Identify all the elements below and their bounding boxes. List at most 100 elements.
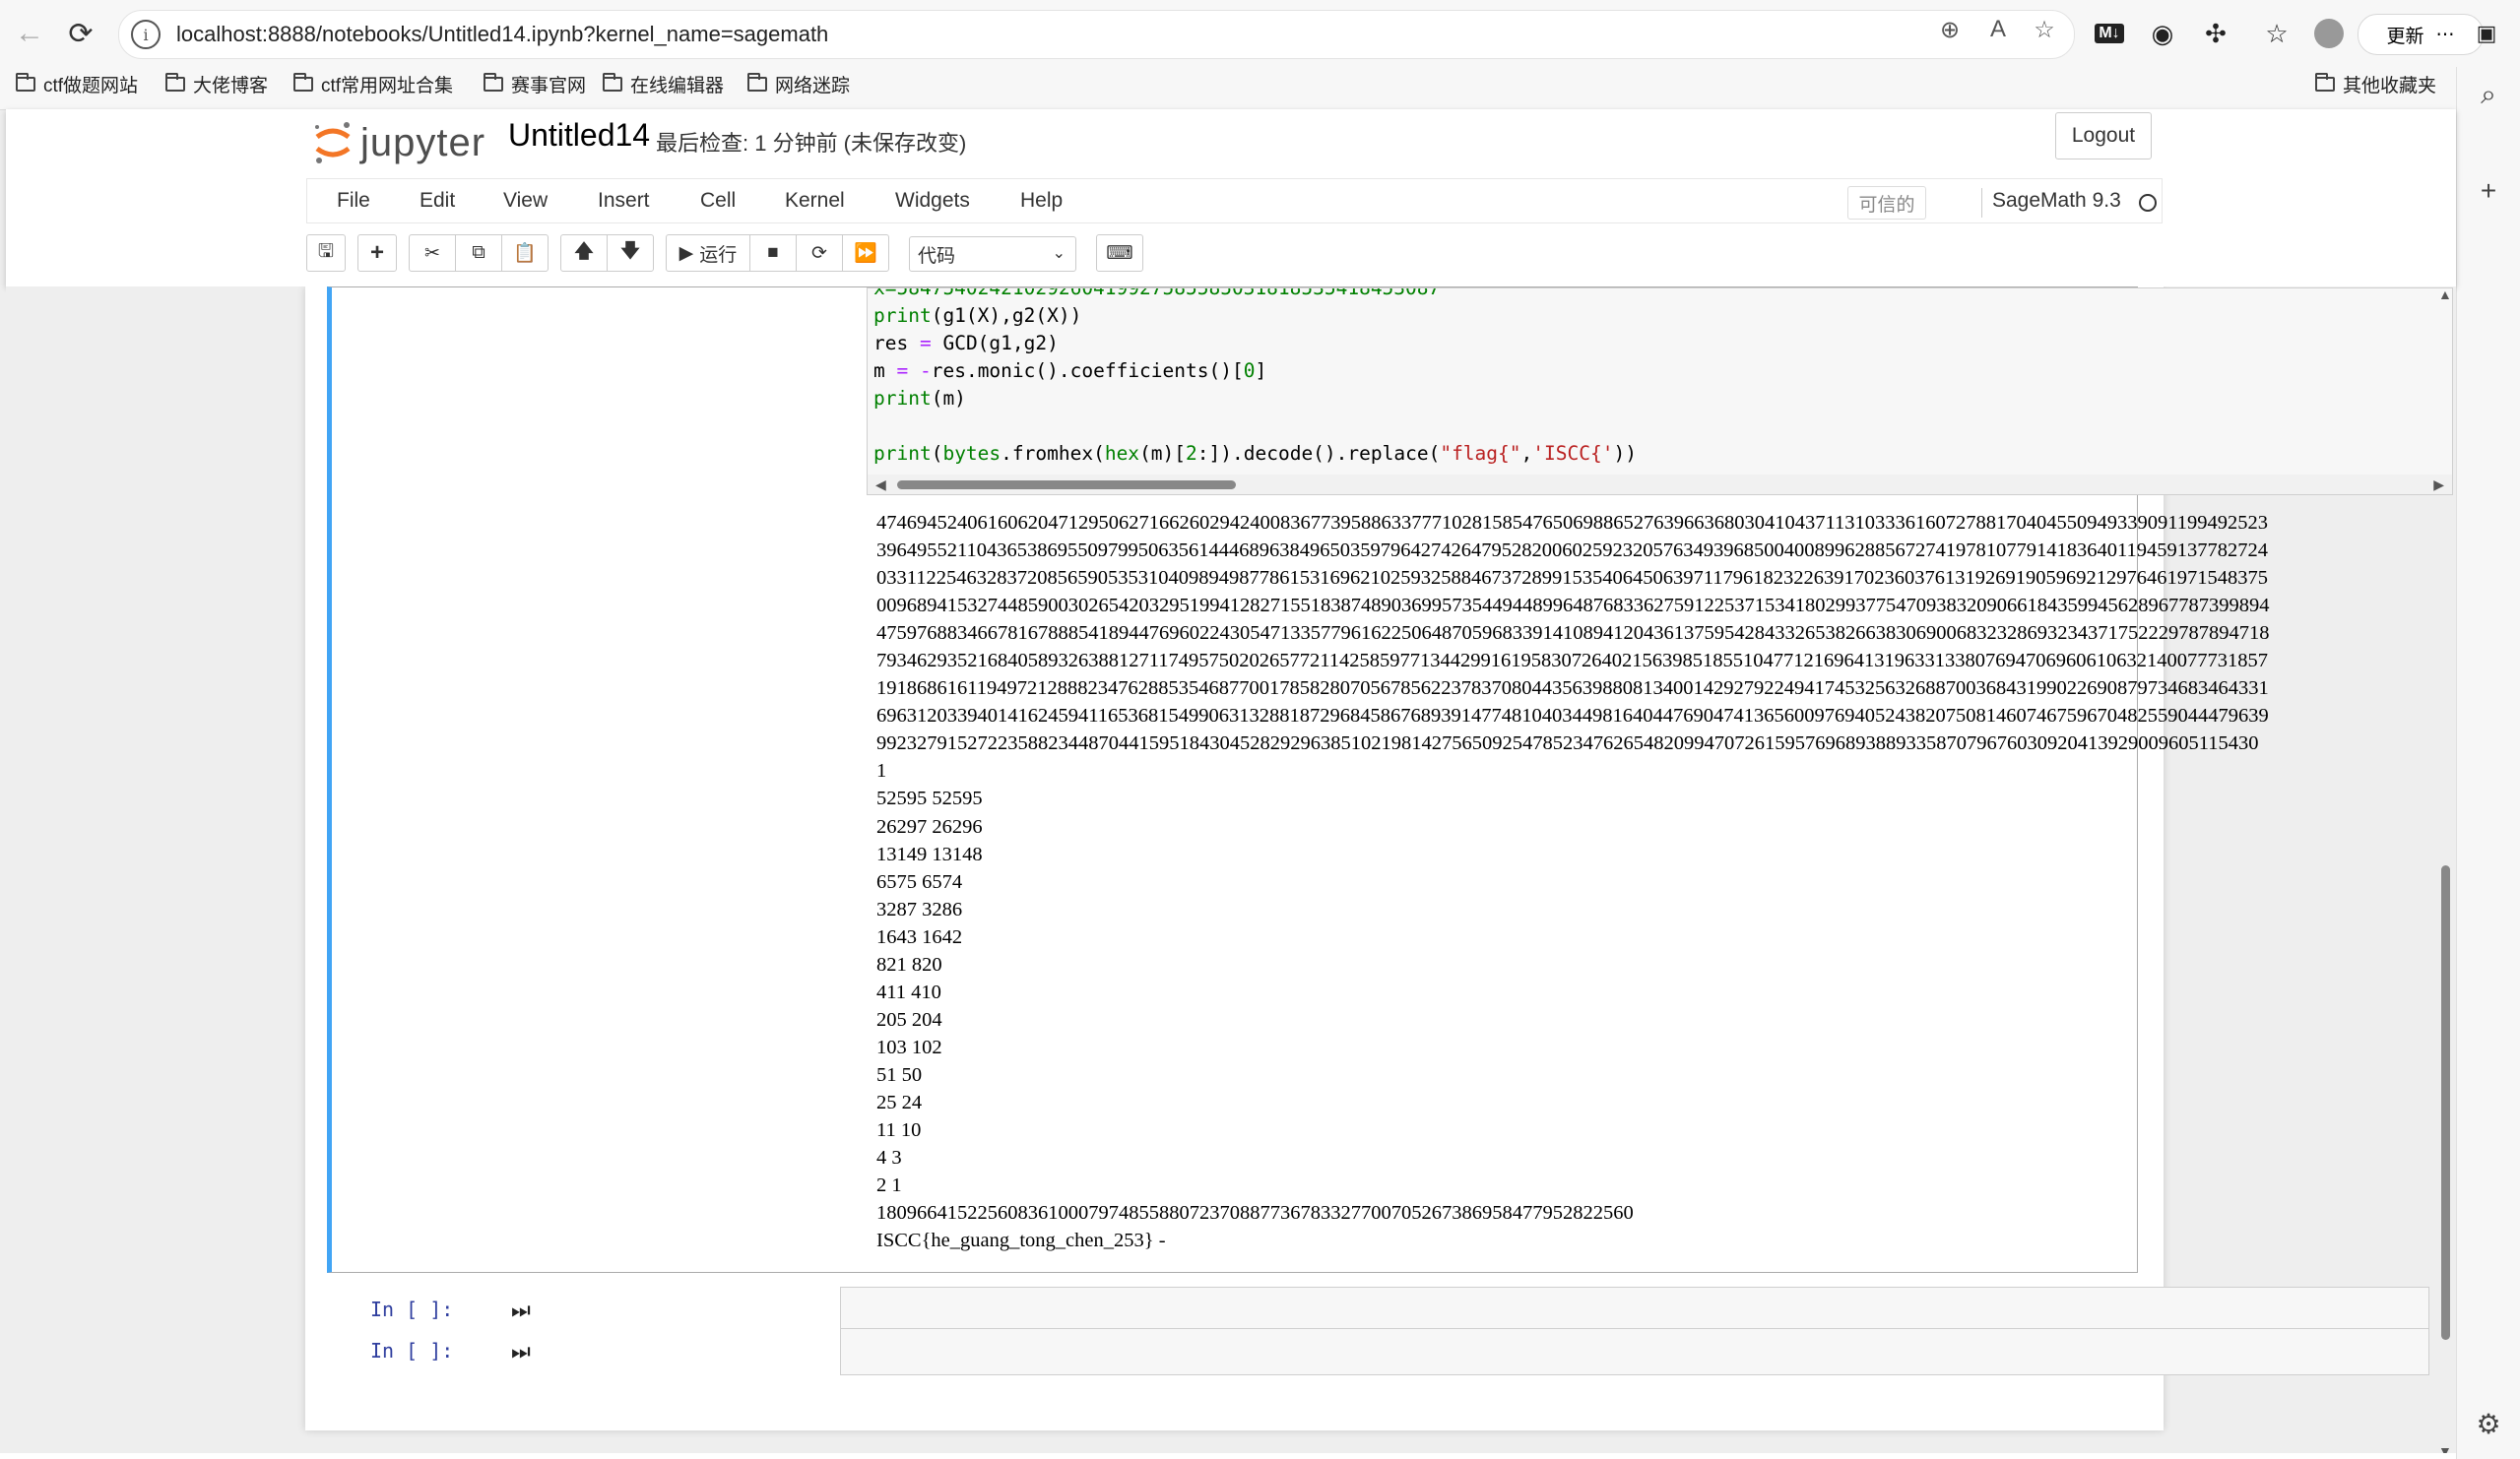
output-line: 0096894153274485900302654203295199412827… bbox=[876, 595, 2270, 617]
output-line: 25 24 bbox=[876, 1091, 923, 1113]
update-button[interactable]: 更新 ⋯ bbox=[2358, 14, 2484, 55]
output-line: 4759768834667816788854189447696022430547… bbox=[876, 622, 2270, 645]
settings-gear-icon[interactable]: ⚙ bbox=[2469, 1404, 2508, 1443]
selected-code-cell[interactable]: x=58475402421029260419927585585031818535… bbox=[327, 286, 2453, 1273]
code-line: res = GCD(g1,g2) bbox=[873, 332, 1059, 354]
output-line: 1809664152256083610007974855880723708877… bbox=[876, 1202, 1634, 1225]
bookmark-folder[interactable]: 大佬博客 bbox=[165, 67, 268, 100]
favorites-icon[interactable]: ☆ bbox=[2257, 14, 2296, 53]
search-icon[interactable]: ⌕ bbox=[2469, 75, 2508, 114]
chevron-down-icon: ⌄ bbox=[1052, 245, 1066, 262]
output-line: 411 410 bbox=[876, 981, 941, 1003]
browser-chrome: ← ⟳ i localhost:8888/notebooks/Untitled1… bbox=[0, 0, 2520, 110]
run-cell-icon[interactable]: ⏭ bbox=[511, 1298, 531, 1323]
folder-icon bbox=[484, 72, 503, 92]
folder-icon bbox=[747, 72, 767, 92]
menu-help[interactable]: Help bbox=[1020, 179, 1063, 222]
vertical-scrollbar[interactable]: ▲ ▼ bbox=[2434, 286, 2456, 1459]
code-line: print(m) bbox=[873, 387, 966, 410]
bookmark-folder[interactable]: ctf常用网址合集 bbox=[293, 67, 453, 100]
scroll-up-icon[interactable]: ▲ bbox=[2438, 286, 2452, 302]
output-line: 13149 13148 bbox=[876, 843, 983, 865]
scroll-left-icon[interactable]: ◀ bbox=[875, 476, 886, 493]
output-line: 52595 52595 bbox=[876, 788, 983, 810]
site-info-icon[interactable]: i bbox=[131, 20, 161, 49]
cell-output: 4746945240616062047129506271662602942400… bbox=[876, 509, 2452, 1254]
bookmark-folder[interactable]: 网络迷踪 bbox=[747, 67, 850, 100]
menu-insert[interactable]: Insert bbox=[598, 179, 650, 222]
menu-widgets[interactable]: Widgets bbox=[895, 179, 970, 222]
sidebar-toggle-icon[interactable]: ▣ bbox=[2467, 14, 2506, 53]
bookmark-folder[interactable]: ctf做题网站 bbox=[16, 67, 138, 100]
zoom-icon[interactable]: ⊕ bbox=[1933, 16, 1967, 44]
menu-view[interactable]: View bbox=[503, 179, 548, 222]
address-url[interactable]: localhost:8888/notebooks/Untitled14.ipyn… bbox=[176, 22, 828, 47]
output-line: 1918686161194972128882347628853546877001… bbox=[876, 677, 2269, 700]
save-icon[interactable]: 🖫 bbox=[306, 234, 346, 272]
code-line: print(g1(X),g2(X)) bbox=[873, 304, 1082, 327]
logout-button[interactable]: Logout bbox=[2055, 112, 2152, 159]
cell-prompt: In [ ]: bbox=[370, 1339, 454, 1363]
output-line: 6963120339401416245941165368154990631328… bbox=[876, 705, 2269, 728]
jupyter-logo-icon bbox=[315, 122, 351, 163]
extension-circle-icon[interactable]: ◉ bbox=[2143, 14, 2182, 53]
output-line: 7934629352168405893263881271174957502026… bbox=[876, 650, 2268, 672]
reload-icon[interactable]: ⟳ bbox=[61, 14, 100, 53]
add-icon[interactable]: + bbox=[2469, 171, 2508, 211]
menu-cell[interactable]: Cell bbox=[700, 179, 736, 222]
copy-icon[interactable]: ⧉ bbox=[455, 234, 502, 272]
checkpoint-status: 最后检查: 1 分钟前 (未保存改变) bbox=[656, 131, 967, 156]
markdown-extension-icon[interactable]: M↓ bbox=[2090, 14, 2129, 53]
command-palette-icon[interactable]: ⌨ bbox=[1096, 234, 1143, 272]
restart-run-all-icon[interactable]: ⏩ bbox=[842, 234, 889, 272]
output-line: 51 50 bbox=[876, 1063, 923, 1086]
notebook-toolbar: 🖫 + ✂ ⧉ 📋 🡅 🡇 ▶ 运行 ■ ⟳ ⏩ 代码 ⌄ ⌨ bbox=[306, 234, 2163, 276]
move-down-icon[interactable]: 🡇 bbox=[607, 234, 654, 272]
bookmark-folder[interactable]: 在线编辑器 bbox=[603, 67, 724, 100]
code-input-area[interactable] bbox=[840, 1328, 2429, 1375]
back-icon[interactable]: ← bbox=[10, 14, 49, 53]
output-line: 4 3 bbox=[876, 1147, 902, 1170]
restart-icon[interactable]: ⟳ bbox=[796, 234, 843, 272]
notebook-name[interactable]: Untitled14 bbox=[508, 117, 650, 154]
run-cell-icon[interactable]: ⏭ bbox=[511, 1339, 531, 1364]
notebook-container: x=58475402421029260419927585585031818535… bbox=[305, 286, 2453, 1430]
empty-code-cell[interactable]: In [ ]: ⏭ bbox=[327, 1326, 2429, 1377]
other-bookmarks-folder[interactable]: 其他收藏夹 bbox=[2315, 67, 2436, 100]
notebook-area: x=58475402421029260419927585585031818535… bbox=[6, 286, 2456, 1459]
run-button[interactable]: ▶ 运行 bbox=[666, 234, 750, 272]
code-line: m = -res.monic().coefficients()[0] bbox=[873, 359, 1267, 382]
paste-icon[interactable]: 📋 bbox=[501, 234, 549, 272]
extensions-puzzle-icon[interactable]: ✣ bbox=[2196, 14, 2235, 53]
scrollbar-thumb[interactable] bbox=[2441, 865, 2450, 1340]
update-label: 更新 bbox=[2386, 26, 2424, 47]
kernel-idle-icon bbox=[2139, 194, 2157, 212]
cell-type-value: 代码 bbox=[918, 245, 956, 267]
folder-icon bbox=[603, 72, 622, 92]
jupyter-logo[interactable]: jupyter bbox=[311, 115, 485, 170]
more-menu-icon[interactable]: ⋯ bbox=[2436, 24, 2455, 46]
address-bar[interactable]: i localhost:8888/notebooks/Untitled14.ip… bbox=[118, 10, 2075, 59]
bookmark-folder[interactable]: 赛事官网 bbox=[484, 67, 586, 100]
cut-icon[interactable]: ✂ bbox=[409, 234, 456, 272]
kernel-name: SageMath 9.3 bbox=[1992, 189, 2121, 212]
output-line: ISCC{he_guang_tong_chen_253} - bbox=[876, 1230, 1166, 1252]
code-input-area[interactable]: x=58475402421029260419927585585031818535… bbox=[867, 287, 2453, 495]
read-aloud-icon[interactable]: A bbox=[1981, 16, 2015, 43]
menu-file[interactable]: File bbox=[337, 179, 370, 222]
trusted-indicator[interactable]: 可信的 bbox=[1847, 186, 1926, 220]
bookmarks-bar: ctf做题网站 大佬博客 ctf常用网址合集 赛事官网 在线编辑器 网络迷踪 其… bbox=[0, 67, 2462, 106]
menu-edit[interactable]: Edit bbox=[420, 179, 455, 222]
menu-kernel[interactable]: Kernel bbox=[785, 179, 845, 222]
scrollbar-thumb[interactable] bbox=[897, 480, 1236, 489]
cell-type-select[interactable]: 代码 ⌄ bbox=[909, 236, 1076, 272]
move-up-icon[interactable]: 🡅 bbox=[560, 234, 608, 272]
interrupt-icon[interactable]: ■ bbox=[749, 234, 797, 272]
insert-cell-icon[interactable]: + bbox=[357, 234, 397, 272]
profile-avatar[interactable] bbox=[2309, 14, 2349, 53]
output-line: 11 10 bbox=[876, 1119, 922, 1142]
output-line: 0331122546328372085659053531040989498778… bbox=[876, 567, 2268, 590]
favorite-star-icon[interactable]: ☆ bbox=[2028, 16, 2061, 44]
folder-icon bbox=[16, 72, 35, 92]
horizontal-scrollbar[interactable]: ◀ ▶ bbox=[868, 475, 2452, 494]
